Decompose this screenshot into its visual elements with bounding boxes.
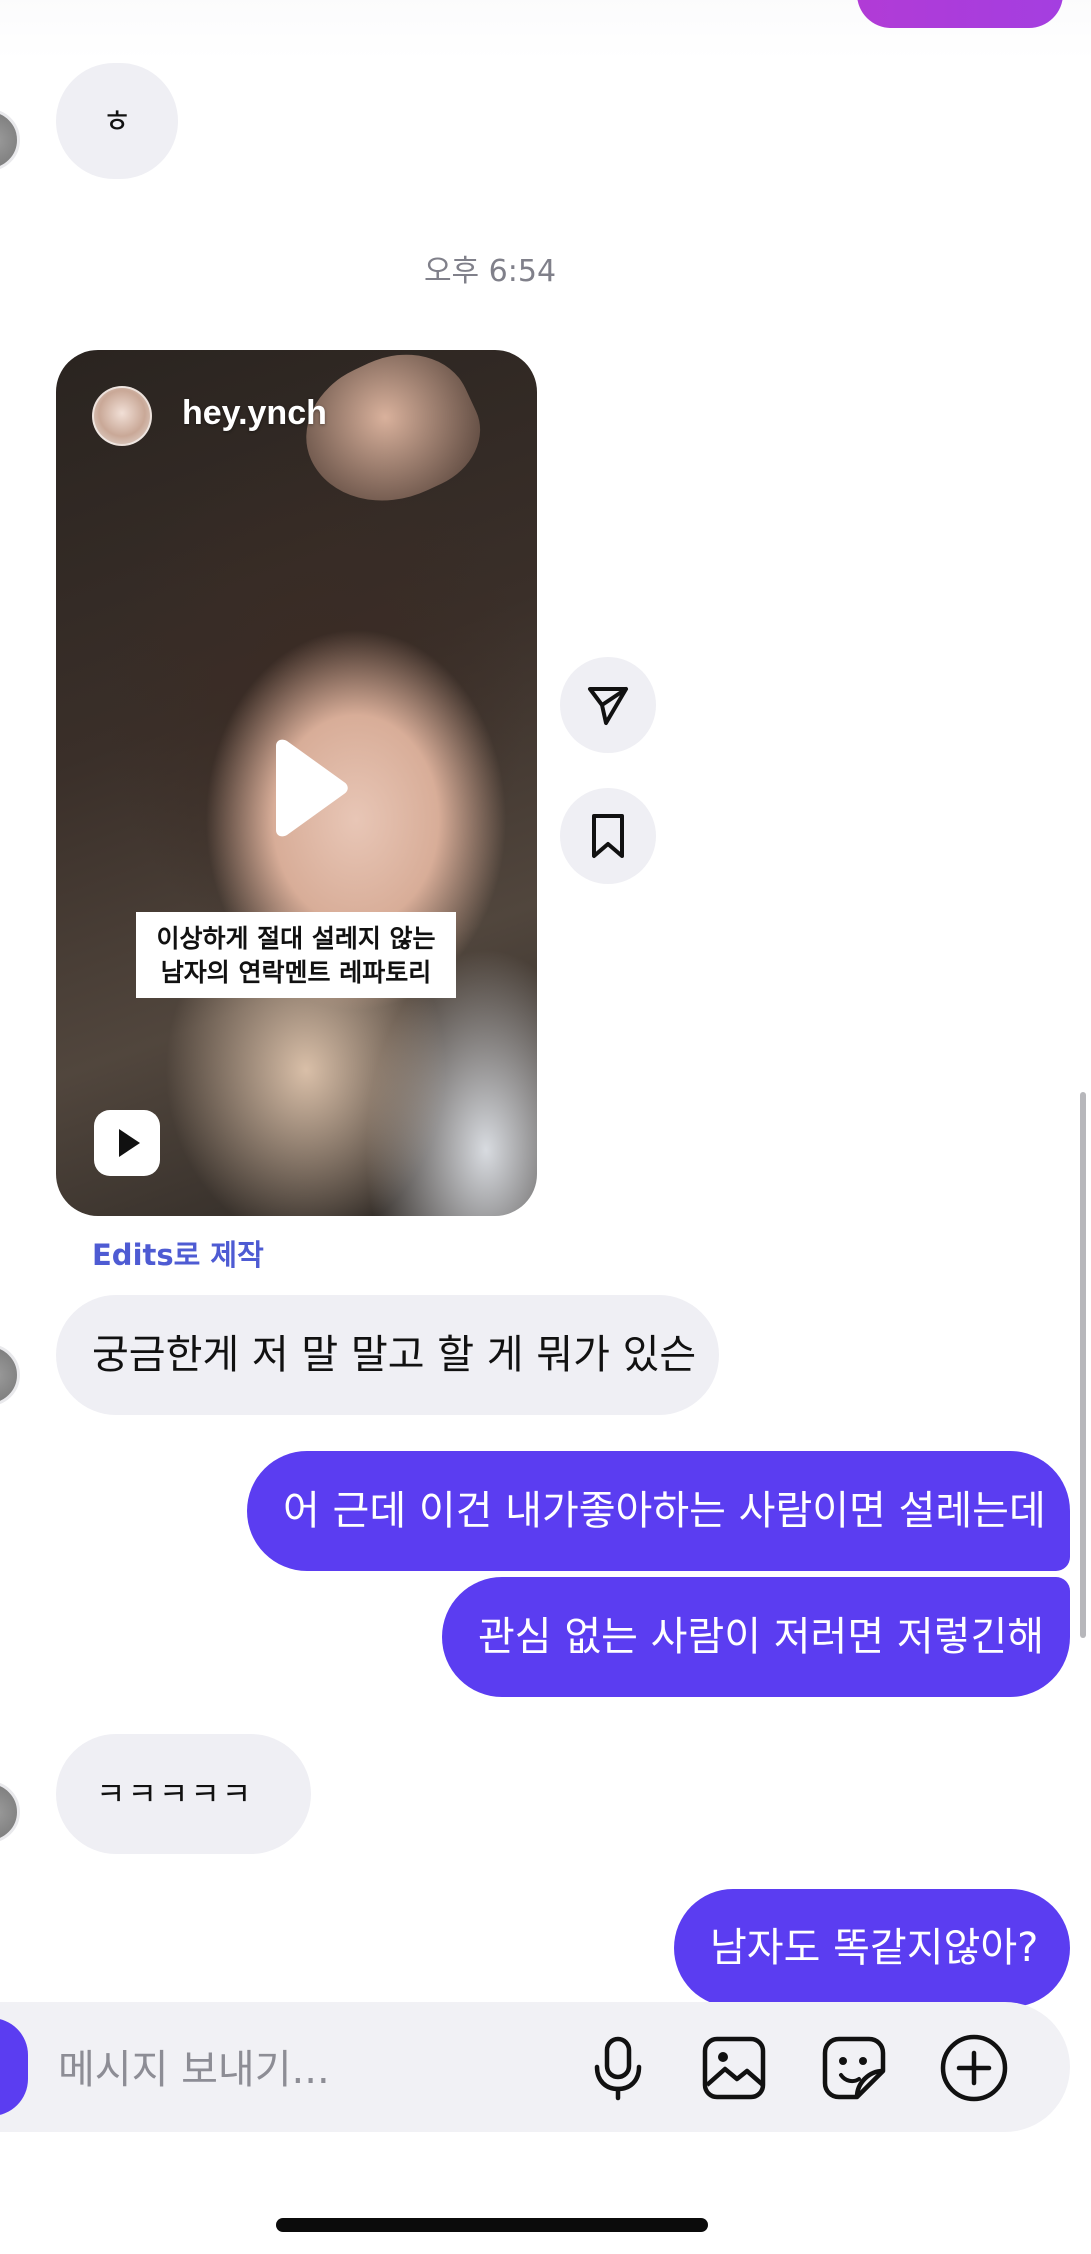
shared-reel-card[interactable]: hey.ynch 이상하게 절대 설레지 않는 남자의 연락멘트 레파토리 — [56, 350, 537, 1216]
edits-made-label[interactable]: Edits로 제작 — [92, 1232, 264, 1274]
add-icon — [940, 2034, 1008, 2102]
camera-button[interactable] — [0, 2018, 28, 2116]
outgoing-message[interactable]: 관심 없는 사람이 저러면 저렇긴해 — [442, 1577, 1070, 1697]
sender-avatar[interactable] — [0, 1344, 20, 1406]
reel-author-username: hey.ynch — [182, 394, 327, 432]
reels-icon — [94, 1110, 160, 1176]
sticker-icon — [822, 2036, 886, 2100]
home-indicator — [276, 2218, 708, 2232]
share-button[interactable] — [560, 657, 656, 753]
reel-caption: 이상하게 절대 설레지 않는 남자의 연락멘트 레파토리 — [136, 912, 456, 998]
scrollbar[interactable] — [1080, 1092, 1086, 1638]
message-input[interactable] — [56, 2044, 540, 2096]
message-text: 어 근데 이건 내가좋아하는 사람이면 설레는데 — [283, 1488, 1046, 1534]
reel-caption-line: 이상하게 절대 설레지 않는 — [156, 924, 436, 953]
message-text: 궁금한게 저 말 말고 할 게 뭐가 있슨 — [92, 1332, 697, 1378]
message-text: ㅎ — [102, 102, 132, 140]
gallery-button[interactable] — [698, 2032, 770, 2104]
timestamp: 오후 6:54 — [423, 254, 557, 289]
message-text: 남자도 똑같지않아? — [710, 1925, 1039, 1971]
microphone-icon — [594, 2036, 642, 2101]
reel-caption-line: 남자의 연락멘트 레파토리 — [160, 958, 432, 987]
message-composer — [0, 2002, 1070, 2132]
incoming-message[interactable]: 궁금한게 저 말 말고 할 게 뭐가 있슨 — [56, 1295, 719, 1415]
gallery-icon — [702, 2036, 766, 2100]
microphone-button[interactable] — [582, 2032, 654, 2104]
play-icon[interactable] — [262, 738, 352, 838]
reel-thumbnail-detail — [284, 350, 498, 530]
dm-thread-screen: ㅎ 오후 6:54 hey.ynch 이상하게 절대 설레지 않는 남자의 연락… — [0, 0, 1091, 2254]
top-action-pill[interactable] — [857, 0, 1063, 28]
incoming-message[interactable]: ㅋㅋㅋㅋㅋ — [56, 1734, 311, 1854]
save-button[interactable] — [560, 788, 656, 884]
sticker-button[interactable] — [818, 2032, 890, 2104]
outgoing-message[interactable]: 어 근데 이건 내가좋아하는 사람이면 설레는데 — [247, 1451, 1070, 1571]
outgoing-message[interactable]: 남자도 똑같지않아? — [674, 1889, 1070, 2007]
sender-avatar[interactable] — [0, 1781, 20, 1843]
message-text: 관심 없는 사람이 저러면 저렇긴해 — [478, 1614, 1045, 1660]
bookmark-icon — [592, 814, 624, 858]
sender-avatar[interactable] — [0, 109, 20, 171]
share-icon — [588, 687, 628, 725]
add-button[interactable] — [938, 2032, 1010, 2104]
incoming-message[interactable]: ㅎ — [56, 63, 178, 179]
message-text: ㅋㅋㅋㅋㅋ — [96, 1775, 254, 1813]
reel-author-avatar — [92, 386, 152, 446]
